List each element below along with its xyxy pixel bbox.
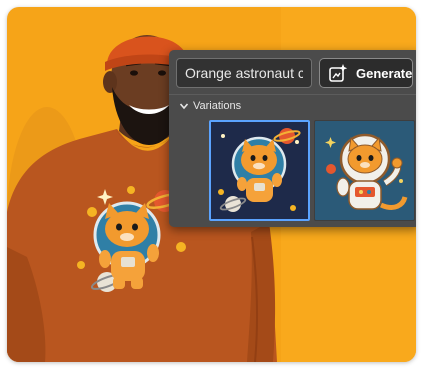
variations-toggle[interactable]: Variations [169, 94, 416, 117]
chevron-down-icon [179, 101, 189, 111]
variation-thumbnail-1[interactable] [209, 120, 310, 221]
prompt-input[interactable] [176, 58, 312, 88]
variation-thumbnail-2[interactable] [314, 120, 415, 221]
variations-label: Variations [193, 100, 242, 112]
generation-panel: Generate Variations [169, 50, 416, 227]
hero-card: Generate Variations [7, 7, 416, 362]
sparkle-image-icon [328, 63, 356, 83]
generate-button-label: Generate [356, 65, 413, 81]
astronaut-cat-variation-icon [325, 133, 408, 210]
astronaut-cat-variation-icon [218, 128, 301, 212]
generate-button[interactable]: Generate [319, 58, 413, 88]
